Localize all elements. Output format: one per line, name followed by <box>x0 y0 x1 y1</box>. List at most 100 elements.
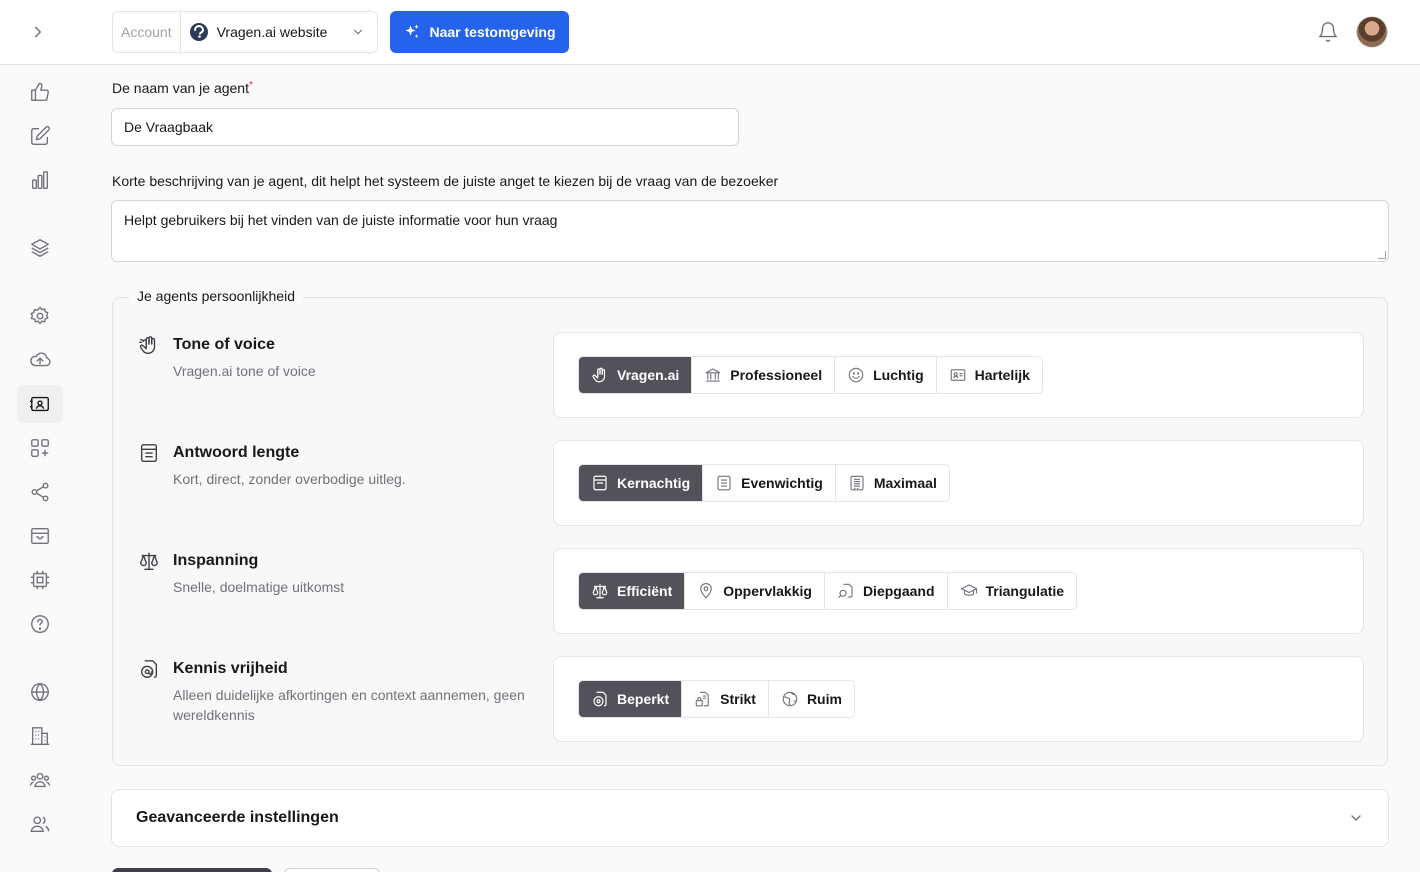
sparkles-icon <box>405 24 420 38</box>
cloud-upload-icon <box>30 352 51 367</box>
wave-hand-icon <box>139 336 156 354</box>
sidebar-item-feedback[interactable] <box>17 73 63 111</box>
agent-description-value: Helpt gebruikers bij het vinden van de j… <box>124 212 558 228</box>
edit-icon <box>31 126 50 145</box>
knowledge-option-beperkt[interactable]: Beperkt <box>579 681 683 717</box>
sidebar-item-upload[interactable] <box>17 341 63 379</box>
knowledge-option-label: Strikt <box>720 691 756 707</box>
effort-description: Snelle, doelmatige uitkomst <box>173 579 345 595</box>
length-option-kernachtig[interactable]: Kernachtig <box>579 465 704 501</box>
tone-description: Vragen.ai tone of voice <box>173 363 316 379</box>
length-description: Kort, direct, zonder overbodige uitleg. <box>173 471 406 487</box>
notifications-button[interactable] <box>1317 21 1339 43</box>
sidebar <box>0 65 80 872</box>
length-segmented-control: Kernachtig Evenwichtig Maximaal <box>578 464 950 502</box>
sidebar-item-organization[interactable] <box>17 717 63 755</box>
save-button[interactable] <box>112 868 272 872</box>
team-icon <box>29 772 51 788</box>
personality-legend: Je agents persoonlijkheid <box>129 288 303 304</box>
knowledge-option-ruim[interactable]: Ruim <box>769 681 854 717</box>
length-option-label: Evenwichtig <box>741 475 823 491</box>
top-bar: Account Vragen.ai website Naar testomgev… <box>0 0 1420 65</box>
effort-option-oppervlakkig[interactable]: Oppervlakkig <box>685 573 825 609</box>
tone-option-label: Luchtig <box>873 367 924 383</box>
sidebar-item-help[interactable] <box>17 605 63 643</box>
test-environment-label: Naar testomgeving <box>429 24 556 40</box>
chip-icon <box>30 570 50 590</box>
knowledge-card: Beperkt Strikt Ruim <box>553 656 1364 742</box>
account-name: Vragen.ai website <box>216 24 328 40</box>
document-lock-icon <box>695 691 709 707</box>
test-environment-button[interactable]: Naar testomgeving <box>390 11 569 53</box>
tone-segmented-control: Vragen.ai Professioneel Luchtig Hartelij… <box>578 356 1043 394</box>
smile-icon <box>848 367 864 383</box>
bank-icon <box>705 368 721 382</box>
sidebar-item-agent[interactable] <box>17 385 63 423</box>
apps-add-icon <box>31 439 49 457</box>
agent-name-label-text: De naam van je agent <box>112 80 249 96</box>
globe-icon <box>31 682 49 702</box>
account-label: Account <box>113 12 181 52</box>
bell-icon <box>1319 22 1337 42</box>
tone-card: Vragen.ai Professioneel Luchtig Hartelij… <box>553 332 1364 418</box>
agent-name-input[interactable]: De Vraagbaak <box>111 108 739 146</box>
effort-option-efficient[interactable]: Efficiënt <box>579 573 686 609</box>
required-marker: * <box>248 80 253 91</box>
graduation-cap-icon <box>960 584 977 596</box>
knowledge-description: Alleen duidelijke afkortingen en context… <box>173 687 525 723</box>
tone-option-hartelijk[interactable]: Hartelijk <box>937 357 1042 393</box>
share-icon <box>31 482 49 502</box>
effort-option-triangulatie[interactable]: Triangulatie <box>948 573 1077 609</box>
length-title: Antwoord lengte <box>173 444 300 461</box>
agent-name-label: De naam van je agent* <box>112 80 253 96</box>
scale-icon <box>592 584 608 599</box>
agent-description-label: Korte beschrijving van je agent, dit hel… <box>112 173 779 189</box>
advanced-settings-accordion[interactable]: Geavanceerde instellingen <box>111 789 1389 847</box>
sidebar-item-integrations[interactable] <box>17 429 63 467</box>
effort-option-diepgaand[interactable]: Diepgaand <box>825 573 948 609</box>
thumbs-up-icon <box>31 82 49 101</box>
sidebar-item-settings[interactable] <box>17 297 63 335</box>
account-switcher[interactable]: Account Vragen.ai website <box>112 11 378 53</box>
knowledge-segmented-control: Beperkt Strikt Ruim <box>578 680 855 718</box>
bar-chart-icon <box>31 171 49 189</box>
effort-option-label: Oppervlakkig <box>723 583 812 599</box>
agent-description-textarea[interactable]: Helpt gebruikers bij het vinden van de j… <box>111 200 1389 262</box>
at-document-icon <box>140 660 158 678</box>
account-select[interactable]: Vragen.ai website <box>181 12 377 52</box>
tone-option-luchtig[interactable]: Luchtig <box>835 357 937 393</box>
document-medium-icon <box>717 475 731 491</box>
effort-segmented-control: Efficiënt Oppervlakkig Diepgaand Triangu… <box>578 572 1078 610</box>
document-long-icon <box>850 475 864 491</box>
building-icon <box>30 727 50 745</box>
knowledge-option-strikt[interactable]: Strikt <box>682 681 769 717</box>
sidebar-item-teams[interactable] <box>17 761 63 799</box>
sidebar-item-share[interactable] <box>17 473 63 511</box>
knowledge-option-label: Beperkt <box>617 691 670 707</box>
expand-sidebar-button[interactable] <box>26 20 50 44</box>
tone-option-professioneel[interactable]: Professioneel <box>692 357 836 393</box>
sidebar-item-inbox[interactable] <box>17 517 63 555</box>
effort-title: Inspanning <box>173 552 259 569</box>
sidebar-item-websites[interactable] <box>17 673 63 711</box>
cancel-button[interactable] <box>284 868 380 872</box>
scale-icon <box>140 552 158 570</box>
length-option-maximaal[interactable]: Maximaal <box>836 465 949 501</box>
length-option-label: Maximaal <box>873 475 937 491</box>
at-document-icon <box>593 691 607 707</box>
layers-icon <box>31 239 49 257</box>
avatar[interactable] <box>1356 16 1388 48</box>
resize-handle[interactable] <box>1378 251 1386 259</box>
sidebar-item-models[interactable] <box>17 561 63 599</box>
sidebar-item-edit[interactable] <box>17 117 63 155</box>
length-option-evenwichtig[interactable]: Evenwichtig <box>703 465 836 501</box>
sidebar-item-sources[interactable] <box>17 229 63 267</box>
vragen-logo-icon <box>189 23 208 41</box>
help-icon <box>31 615 49 633</box>
effort-option-label: Diepgaand <box>862 583 935 599</box>
tone-option-vragen-ai[interactable]: Vragen.ai <box>579 357 693 393</box>
sidebar-item-analytics[interactable] <box>17 161 63 199</box>
sidebar-item-users[interactable] <box>17 805 63 843</box>
tone-option-label: Vragen.ai <box>617 367 680 383</box>
effort-option-label: Triangulatie <box>985 583 1065 599</box>
